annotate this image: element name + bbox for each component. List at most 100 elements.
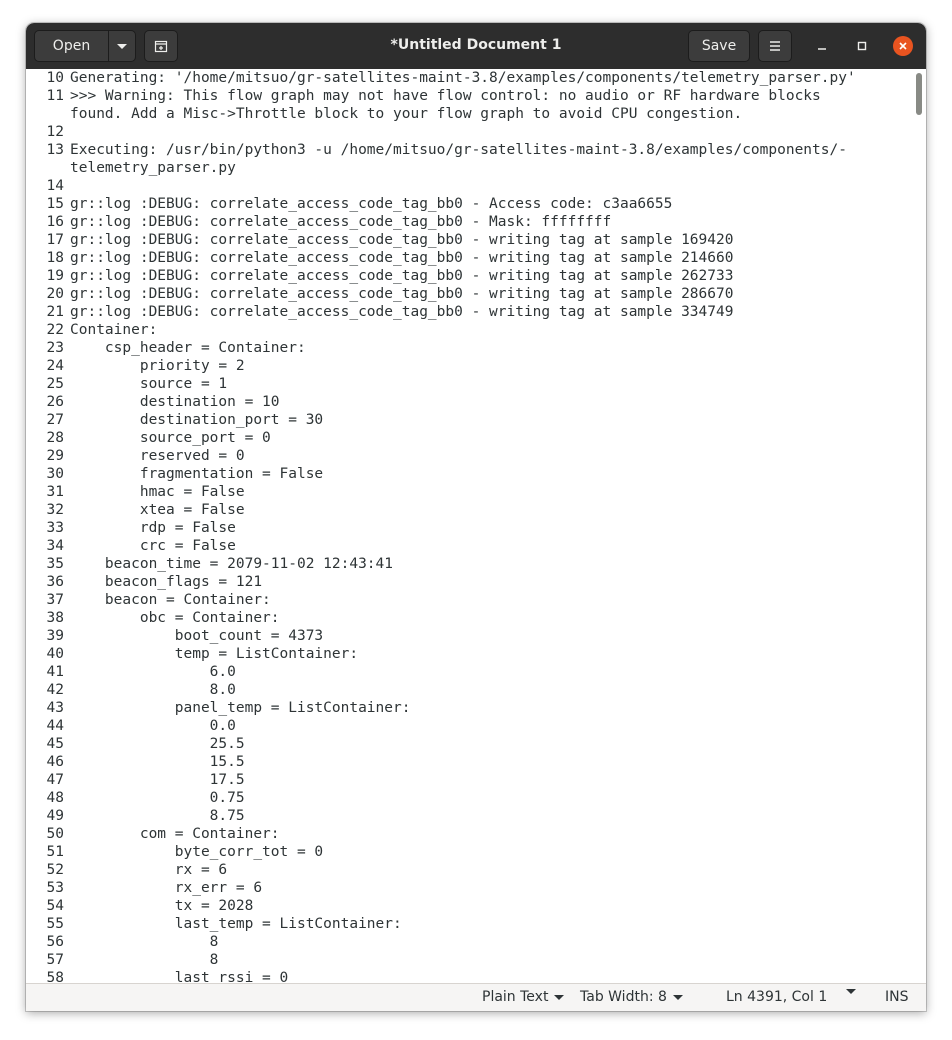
open-recent-dropdown-button[interactable]	[108, 30, 136, 62]
line-text: gr::log :DEBUG: correlate_access_code_ta…	[70, 286, 734, 302]
code-line[interactable]: 48 0.75	[26, 789, 912, 807]
code-line[interactable]: 16 gr::log :DEBUG: correlate_access_code_…	[26, 213, 912, 231]
open-button-label: Open	[52, 38, 91, 54]
code-line[interactable]: 33 rdp = False	[26, 519, 912, 537]
code-line[interactable]: 40 temp = ListContainer:	[26, 645, 912, 663]
code-line[interactable]: 11 >>> Warning: This flow graph may not h…	[26, 87, 912, 105]
line-number: 15	[46, 196, 64, 212]
line-number: 17	[46, 232, 64, 248]
line-number: 16	[46, 214, 64, 230]
line-text: temp = ListContainer:	[70, 646, 359, 662]
insert-mode-indicator[interactable]: INS	[885, 989, 909, 1005]
code-line[interactable]: 32 xtea = False	[26, 501, 912, 519]
code-line[interactable]: 10 Generating: '/home/mitsuo/gr-satellite…	[26, 69, 912, 87]
code-line[interactable]: telemetry_parser.py	[26, 159, 912, 177]
code-line[interactable]: 31 hmac = False	[26, 483, 912, 501]
line-text: source_port = 0	[70, 430, 271, 446]
code-line[interactable]: 30 fragmentation = False	[26, 465, 912, 483]
cursor-position-dropdown[interactable]	[846, 989, 856, 994]
line-number: 57	[46, 952, 64, 968]
code-line[interactable]: 37 beacon = Container:	[26, 591, 912, 609]
code-line[interactable]: 27 destination_port = 30	[26, 411, 912, 429]
code-line[interactable]: 34 crc = False	[26, 537, 912, 555]
line-text: priority = 2	[70, 358, 245, 374]
code-line[interactable]: 47 17.5	[26, 771, 912, 789]
code-line[interactable]: 55 last_temp = ListContainer:	[26, 915, 912, 933]
close-button[interactable]	[893, 36, 913, 56]
line-number: 47	[46, 772, 64, 788]
text-editor-area[interactable]: 10 Generating: '/home/mitsuo/gr-satellite…	[26, 69, 926, 983]
code-line[interactable]: 17 gr::log :DEBUG: correlate_access_code_…	[26, 231, 912, 249]
code-line[interactable]: 35 beacon_time = 2079-11-02 12:43:41	[26, 555, 912, 573]
code-line[interactable]: 12	[26, 123, 912, 141]
minimize-button[interactable]	[812, 36, 832, 56]
code-line[interactable]: 44 0.0	[26, 717, 912, 735]
line-number: 14	[46, 178, 64, 194]
text-editor-window: Open *Untitled Document 1 Save 10 Genera…	[26, 23, 926, 1011]
code-line[interactable]: 23 csp_header = Container:	[26, 339, 912, 357]
line-text: last_rssi = 0	[70, 970, 289, 983]
line-number: 30	[46, 466, 64, 482]
line-text: reserved = 0	[70, 448, 245, 464]
line-text: boot_count = 4373	[70, 628, 324, 644]
code-line[interactable]: 42 8.0	[26, 681, 912, 699]
tab-width-selector[interactable]: Tab Width: 8	[580, 989, 683, 1005]
line-text: gr::log :DEBUG: correlate_access_code_ta…	[70, 250, 734, 266]
maximize-button[interactable]	[852, 36, 872, 56]
code-line[interactable]: 15 gr::log :DEBUG: correlate_access_code_…	[26, 195, 912, 213]
main-menu-button[interactable]	[758, 30, 792, 62]
code-line[interactable]: 18 gr::log :DEBUG: correlate_access_code_…	[26, 249, 912, 267]
line-number: 13	[46, 142, 64, 158]
line-text: rdp = False	[70, 520, 236, 536]
language-label: Plain Text	[482, 989, 549, 1005]
line-text: gr::log :DEBUG: correlate_access_code_ta…	[70, 196, 673, 212]
line-number: 31	[46, 484, 64, 500]
line-text: 8.0	[70, 682, 236, 698]
code-line[interactable]: 29 reserved = 0	[26, 447, 912, 465]
code-line[interactable]: 53 rx_err = 6	[26, 879, 912, 897]
open-button[interactable]: Open	[34, 30, 109, 62]
code-line[interactable]: 22 Container:	[26, 321, 912, 339]
code-line[interactable]: 24 priority = 2	[26, 357, 912, 375]
line-text: beacon = Container:	[70, 592, 271, 608]
code-line[interactable]: 41 6.0	[26, 663, 912, 681]
minimize-icon	[818, 48, 826, 50]
code-line[interactable]: 46 15.5	[26, 753, 912, 771]
line-number: 23	[46, 340, 64, 356]
code-line[interactable]: 26 destination = 10	[26, 393, 912, 411]
code-line[interactable]: 43 panel_temp = ListContainer:	[26, 699, 912, 717]
code-line[interactable]: found. Add a Misc->Throttle block to you…	[26, 105, 912, 123]
code-line[interactable]: 50 com = Container:	[26, 825, 912, 843]
code-line[interactable]: 14	[26, 177, 912, 195]
code-line[interactable]: 54 tx = 2028	[26, 897, 912, 915]
code-line[interactable]: 52 rx = 6	[26, 861, 912, 879]
cursor-position-label: Ln 4391, Col 1	[726, 989, 828, 1005]
cursor-position[interactable]: Ln 4391, Col 1	[726, 989, 827, 1005]
code-line[interactable]: 51 byte_corr_tot = 0	[26, 843, 912, 861]
save-button[interactable]: Save	[688, 30, 750, 62]
line-number: 51	[46, 844, 64, 860]
line-text: destination = 10	[70, 394, 280, 410]
code-line[interactable]: 36 beacon_flags = 121	[26, 573, 912, 591]
line-number: 54	[46, 898, 64, 914]
new-tab-button[interactable]	[144, 30, 178, 62]
code-line[interactable]: 21 gr::log :DEBUG: correlate_access_code_…	[26, 303, 912, 321]
code-line[interactable]: 45 25.5	[26, 735, 912, 753]
line-number: 52	[46, 862, 64, 878]
chevron-down-icon	[672, 994, 683, 1000]
code-line[interactable]: 39 boot_count = 4373	[26, 627, 912, 645]
code-line[interactable]: 19 gr::log :DEBUG: correlate_access_code_…	[26, 267, 912, 285]
code-line[interactable]: 56 8	[26, 933, 912, 951]
code-line[interactable]: 38 obc = Container:	[26, 609, 912, 627]
vertical-scrollbar[interactable]	[916, 73, 922, 115]
code-line[interactable]: 28 source_port = 0	[26, 429, 912, 447]
code-line[interactable]: 25 source = 1	[26, 375, 912, 393]
code-line[interactable]: 49 8.75	[26, 807, 912, 825]
line-text: hmac = False	[70, 484, 245, 500]
line-text: Container:	[70, 322, 158, 338]
code-line[interactable]: 20 gr::log :DEBUG: correlate_access_code_…	[26, 285, 912, 303]
code-line[interactable]: 58 last_rssi = 0	[26, 969, 912, 983]
code-line[interactable]: 13 Executing: /usr/bin/python3 -u /home/m…	[26, 141, 912, 159]
language-selector[interactable]: Plain Text	[482, 989, 565, 1005]
code-line[interactable]: 57 8	[26, 951, 912, 969]
